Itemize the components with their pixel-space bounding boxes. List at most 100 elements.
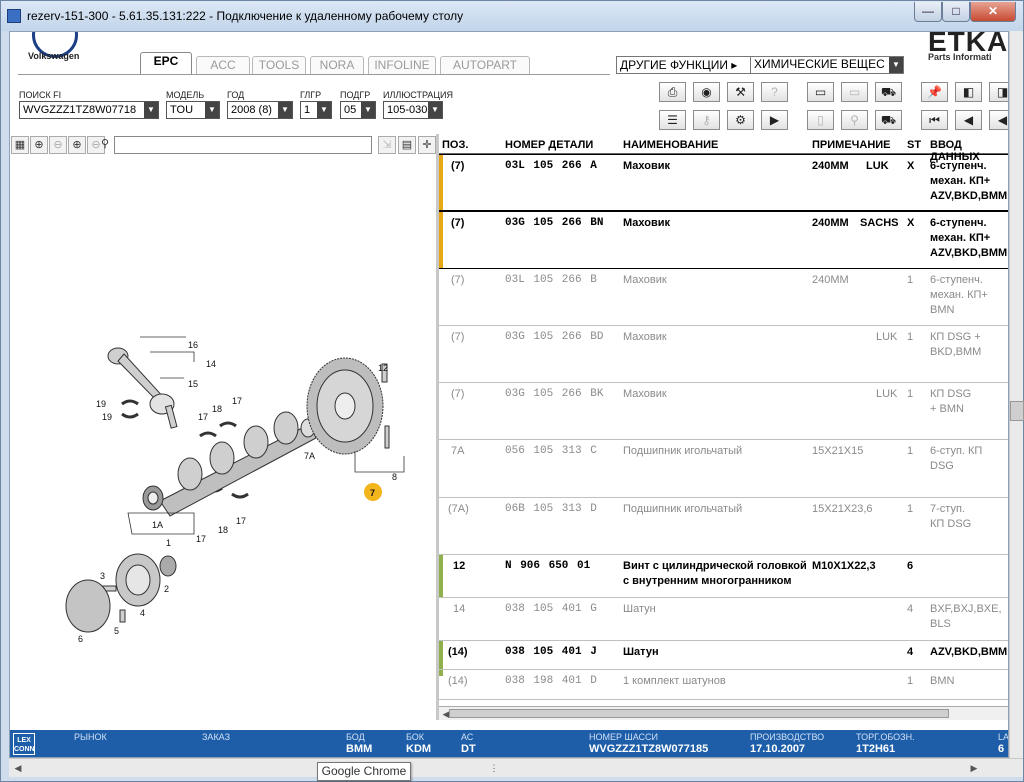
diagram-label-19a[interactable]: 19 xyxy=(96,399,106,409)
table-row[interactable]: (7) 03L 105 266 A Маховик 240MM LUK X 6-… xyxy=(439,154,1008,211)
crankshaft-part[interactable] xyxy=(159,411,317,517)
grid-toggle-icon[interactable]: ▦ xyxy=(11,136,29,154)
tab-nora[interactable]: NORA xyxy=(310,56,364,74)
chevron-down-icon[interactable]: ▼ xyxy=(278,102,292,118)
diagram-label-17d[interactable]: 17 xyxy=(236,516,246,526)
diagram-label-16[interactable]: 16 xyxy=(188,340,198,350)
other-functions-select[interactable]: ДРУГИЕ ФУНКЦИИ ▸ ХИМИЧЕСКИЕ ВЕЩЕС ▼ xyxy=(616,56,904,74)
chevron-down-icon[interactable]: ▼ xyxy=(889,57,903,73)
table-row[interactable]: (14) 038 198 401 D 1 комплект шатунов 1 … xyxy=(439,670,1008,700)
diagram-label-8[interactable]: 8 xyxy=(392,472,397,482)
tools-icon[interactable]: ⚒ xyxy=(727,82,754,102)
diagram-label-14[interactable]: 14 xyxy=(206,359,216,369)
diagram-label-18a[interactable]: 18 xyxy=(212,404,222,414)
key-icon[interactable]: ⚷ xyxy=(693,110,720,130)
diagram-label-15[interactable]: 15 xyxy=(188,379,198,389)
window-horizontal-scrollbar[interactable]: ◀ ⋮ ▶ xyxy=(9,758,1023,777)
cover-cap-part[interactable] xyxy=(65,579,111,633)
diagram-search-input[interactable] xyxy=(114,136,372,154)
diagram-label-19b[interactable]: 19 xyxy=(102,412,112,422)
header-part-number[interactable]: НОМЕР ДЕТАЛИ xyxy=(505,139,593,151)
diagram-label-1[interactable]: 1 xyxy=(166,538,171,548)
cart-icon[interactable]: ⛟ xyxy=(875,110,902,130)
parts-link-icon[interactable]: ⚲ xyxy=(841,110,868,130)
table-row[interactable]: (14) 038 105 401 J Шатун 4 AZV,BKD,BMM xyxy=(439,641,1008,670)
diagram-label-17c[interactable]: 17 xyxy=(196,534,206,544)
list-icon[interactable]: ☰ xyxy=(659,110,686,130)
other-functions-value[interactable]: ХИМИЧЕСКИЕ ВЕЩЕС ▼ xyxy=(750,57,903,73)
print-icon[interactable]: ⎙ xyxy=(659,82,686,102)
diagram-label-4[interactable]: 4 xyxy=(140,608,145,618)
window-vertical-scrollbar[interactable] xyxy=(1009,31,1024,758)
table-row[interactable]: 7A 056 105 313 C Подшипник игольчатый 15… xyxy=(439,440,1008,498)
header-st[interactable]: ST xyxy=(907,139,921,151)
scroll-grip-icon[interactable]: ⋮ xyxy=(487,760,501,776)
illustration-select[interactable]: 105-030 ▼ xyxy=(383,101,443,119)
zoom-fit-icon[interactable]: ⊕ xyxy=(68,136,86,154)
zoom-out-icon[interactable]: ⊖ xyxy=(49,136,67,154)
diagram-label-7[interactable]: 7 xyxy=(370,488,375,498)
model-select[interactable]: TOU ▼ xyxy=(166,101,220,119)
scroll-left-arrow-icon[interactable]: ◀ xyxy=(11,760,25,776)
book-forward-icon[interactable]: ◨ xyxy=(989,82,1008,102)
table-scroll-thumb[interactable] xyxy=(449,709,949,718)
main-group-select[interactable]: 1 ▼ xyxy=(300,101,332,119)
book-back-icon[interactable]: ◧ xyxy=(955,82,982,102)
chevron-down-icon[interactable]: ▼ xyxy=(317,102,331,118)
table-horizontal-scrollbar[interactable]: ◀ xyxy=(439,706,1008,720)
header-note[interactable]: ПРИМЕЧАНИЕ xyxy=(812,139,891,151)
table-row[interactable]: 14 038 105 401 G Шатун 4 BXF,BXJ,BXE, BL… xyxy=(439,598,1008,641)
chevron-down-icon[interactable]: ▼ xyxy=(428,102,442,118)
connecting-rod-part[interactable] xyxy=(107,347,178,429)
elsa-icon[interactable]: ▭ xyxy=(807,82,834,102)
diagram-label-2[interactable]: 2 xyxy=(164,584,169,594)
cart-add-icon[interactable]: ⛟ xyxy=(875,82,902,102)
table-row[interactable]: (7) 03G 105 266 BN Маховик 240MM SACHS X… xyxy=(439,211,1008,269)
maximize-button[interactable]: □ xyxy=(942,2,970,22)
scroll-right-arrow-icon[interactable]: ▶ xyxy=(967,760,981,776)
diagram-label-12[interactable]: 12 xyxy=(378,363,388,373)
chevron-down-icon[interactable]: ▼ xyxy=(361,102,375,118)
search-fi-select[interactable]: WVGZZZ1TZ8W07718 ▼ xyxy=(19,101,159,119)
diagram-label-1a[interactable]: 1A xyxy=(152,520,163,530)
diagram-label-18b[interactable]: 18 xyxy=(218,525,228,535)
select-tool-icon[interactable]: ⇲ xyxy=(378,136,396,154)
year-select[interactable]: 2008 (8) ▼ xyxy=(227,101,293,119)
flywheel-part[interactable] xyxy=(306,357,390,455)
table-row[interactable]: (7) 03L 105 266 B Маховик 240MM 1 6-ступ… xyxy=(439,269,1008,326)
table-row[interactable]: (7A) 06B 105 313 D Подшипник игольчатый … xyxy=(439,498,1008,555)
diagram-label-17a[interactable]: 17 xyxy=(198,412,208,422)
parts-compare-icon[interactable]: ▯ xyxy=(807,110,834,130)
search-icon[interactable]: ⚲ xyxy=(96,136,114,154)
diagram-label-5[interactable]: 5 xyxy=(114,626,119,636)
diagram-label-17b[interactable]: 17 xyxy=(232,396,242,406)
move-icon[interactable]: ✛ xyxy=(418,136,436,154)
bike-icon[interactable]: ⚙ xyxy=(727,110,754,130)
split-view-icon[interactable]: ▤ xyxy=(398,136,416,154)
diagram-label-6[interactable]: 6 xyxy=(78,634,83,644)
header-name[interactable]: НАИМЕНОВАНИЕ xyxy=(623,139,718,151)
next-page-icon[interactable]: ◀ xyxy=(989,110,1008,130)
play-minus-icon[interactable]: ▶ xyxy=(761,110,788,130)
close-button[interactable]: ✕ xyxy=(970,2,1016,22)
help-icon[interactable]: ? xyxy=(761,82,788,102)
vertical-scroll-thumb[interactable] xyxy=(1010,401,1024,421)
chevron-down-icon[interactable]: ▼ xyxy=(205,102,219,118)
zoom-in-icon[interactable]: ⊕ xyxy=(30,136,48,154)
prev-page-icon[interactable]: ◀ xyxy=(955,110,982,130)
minimize-button[interactable]: — xyxy=(914,2,942,22)
header-pos[interactable]: ПОЗ. xyxy=(442,139,468,151)
chevron-down-icon[interactable]: ▼ xyxy=(144,102,158,118)
tab-autopart[interactable]: AUTOPART xyxy=(440,56,530,74)
tab-epc[interactable]: EPC xyxy=(140,52,192,74)
diagram-label-7a[interactable]: 7A xyxy=(304,451,315,461)
sprocket-part[interactable] xyxy=(142,485,164,511)
table-row[interactable]: 12 N 906 650 01 Винт с цилиндрической го… xyxy=(439,555,1008,598)
table-row[interactable]: (7) 03G 105 266 BK Маховик LUK 1 КП DSG … xyxy=(439,383,1008,440)
depot-icon[interactable]: ▭ xyxy=(841,82,868,102)
disk-icon[interactable]: ◉ xyxy=(693,82,720,102)
diagram-label-3[interactable]: 3 xyxy=(100,571,105,581)
first-page-icon[interactable]: ⏮ xyxy=(921,110,948,130)
pin-icon[interactable]: 📌 xyxy=(921,82,948,102)
tab-infoline[interactable]: INFOLINE xyxy=(368,56,436,74)
